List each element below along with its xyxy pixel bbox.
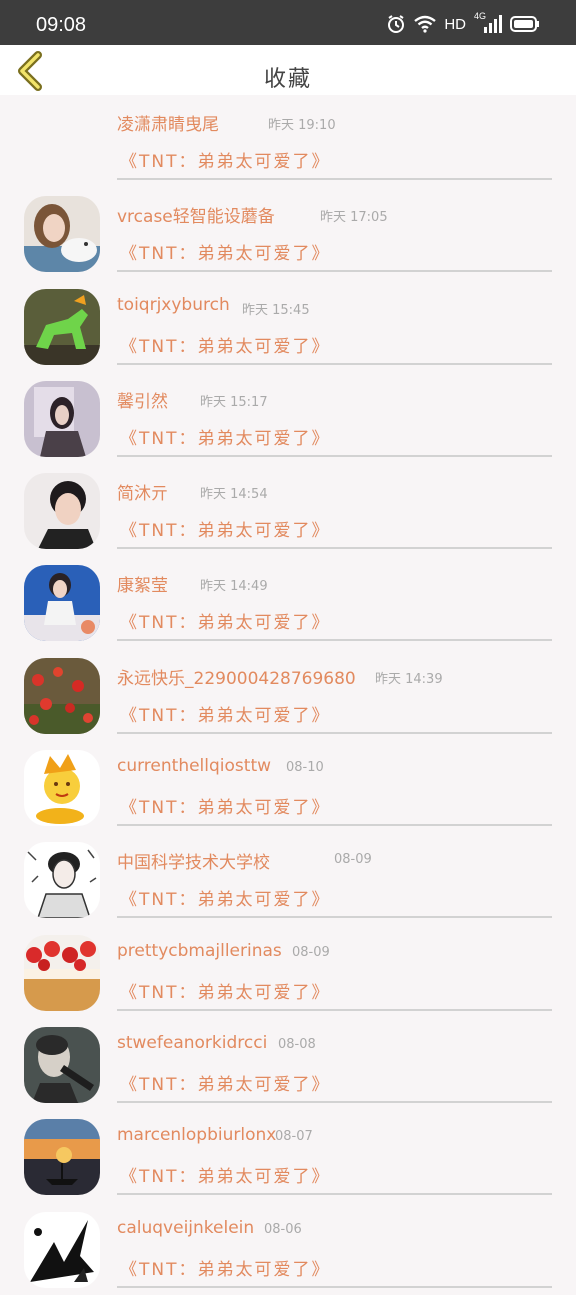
favorite-content[interactable]: 《TNT：弟弟太可爱了》	[120, 793, 331, 818]
list-item[interactable]: 中国科学技术大学校 08-09 《TNT：弟弟太可爱了》	[0, 833, 576, 925]
avatar[interactable]	[24, 1119, 100, 1196]
wifi-icon	[414, 15, 437, 33]
divider	[117, 1193, 552, 1196]
divider	[117, 362, 552, 365]
list-item[interactable]: caluqveijnkelein 08-06 《TNT：弟弟太可爱了》	[0, 1203, 576, 1295]
user-name[interactable]: 永远快乐_229000428769680	[117, 664, 356, 689]
user-name[interactable]: vrcase轻智能设蘑备	[117, 202, 275, 227]
divider	[117, 178, 552, 180]
favorite-content[interactable]: 《TNT：弟弟太可爱了》	[120, 1070, 331, 1095]
list-item[interactable]: 康絮莹 昨天 14:49 《TNT：弟弟太可爱了》	[0, 556, 576, 648]
status-bar: 09:08 HD 4G	[0, 0, 576, 45]
timestamp: 昨天 15:45	[242, 302, 310, 318]
divider	[117, 547, 552, 550]
user-name[interactable]: marcenlopbiurlonx	[117, 1125, 276, 1145]
avatar[interactable]	[24, 657, 100, 734]
user-name[interactable]: currenthellqiosttw	[117, 756, 271, 776]
page-title: 收藏	[263, 67, 312, 92]
avatar[interactable]	[24, 380, 100, 457]
avatar[interactable]	[24, 473, 100, 550]
network-label: HD	[444, 15, 466, 33]
timestamp: 昨天 14:39	[375, 671, 443, 687]
timestamp: 昨天 15:17	[200, 394, 268, 410]
favorite-content[interactable]: 《TNT：弟弟太可爱了》	[120, 1162, 331, 1187]
divider	[117, 639, 552, 642]
divider	[117, 270, 552, 273]
avatar[interactable]	[24, 842, 100, 919]
favorite-content[interactable]: 《TNT：弟弟太可爱了》	[120, 147, 331, 172]
timestamp: 08-07	[275, 1129, 313, 1145]
status-icons: HD 4G	[386, 11, 540, 36]
divider	[117, 731, 552, 734]
user-name[interactable]: caluqveijnkelein	[117, 1218, 254, 1238]
timestamp: 08-10	[286, 760, 324, 776]
user-name[interactable]: 康絮莹	[117, 571, 168, 596]
divider	[117, 1008, 552, 1011]
timestamp: 08-08	[278, 1036, 316, 1052]
avatar[interactable]	[24, 750, 100, 827]
list-item[interactable]: 馨引然 昨天 15:17 《TNT：弟弟太可爱了》	[0, 372, 576, 464]
favorite-content[interactable]: 《TNT：弟弟太可爱了》	[120, 885, 331, 910]
divider	[117, 1100, 552, 1103]
favorite-content[interactable]: 《TNT：弟弟太可爱了》	[120, 978, 331, 1003]
user-name[interactable]: 馨引然	[117, 387, 168, 412]
avatar[interactable]	[24, 565, 100, 642]
signal-icon: 4G	[474, 11, 502, 33]
divider	[117, 916, 552, 919]
list-item[interactable]: vrcase轻智能设蘑备 昨天 17:05 《TNT：弟弟太可爱了》	[0, 187, 576, 279]
avatar[interactable]	[24, 196, 100, 273]
user-name[interactable]: 中国科学技术大学校	[117, 848, 270, 873]
timestamp: 08-06	[264, 1221, 302, 1237]
avatar[interactable]	[24, 934, 100, 1011]
divider	[117, 824, 552, 827]
timestamp: 08-09	[334, 852, 372, 868]
user-name[interactable]: 凌潇肃睛曳尾	[117, 110, 219, 135]
user-name[interactable]: 简沐亓	[117, 479, 168, 504]
header-bar: 收藏	[0, 45, 576, 95]
avatar[interactable]	[24, 1026, 100, 1103]
favorite-content[interactable]: 《TNT：弟弟太可爱了》	[120, 516, 331, 541]
timestamp: 昨天 14:54	[200, 487, 268, 503]
favorites-list: 凌潇肃睛曳尾 昨天 19:10 《TNT：弟弟太可爱了》 vrcase轻智能设蘑…	[0, 95, 576, 1295]
signal-label: 4G	[474, 11, 487, 21]
avatar[interactable]	[24, 1211, 100, 1288]
alarm-icon	[388, 15, 405, 33]
favorite-content[interactable]: 《TNT：弟弟太可爱了》	[120, 1255, 331, 1280]
list-item[interactable]: 简沐亓 昨天 14:54 《TNT：弟弟太可爱了》	[0, 464, 576, 556]
favorite-content[interactable]: 《TNT：弟弟太可爱了》	[120, 424, 331, 449]
favorite-content[interactable]: 《TNT：弟弟太可爱了》	[120, 239, 331, 264]
timestamp: 08-09	[292, 944, 330, 960]
status-time: 09:08	[36, 14, 87, 36]
favorite-content[interactable]: 《TNT：弟弟太可爱了》	[120, 701, 331, 726]
battery-icon	[510, 16, 539, 32]
list-item[interactable]: stwefeanorkidrcci 08-08 《TNT：弟弟太可爱了》	[0, 1018, 576, 1110]
list-item[interactable]: 永远快乐_229000428769680 昨天 14:39 《TNT：弟弟太可爱…	[0, 649, 576, 741]
list-item[interactable]: toiqrjxyburch 昨天 15:45 《TNT：弟弟太可爱了》	[0, 280, 576, 372]
user-name[interactable]: toiqrjxyburch	[117, 295, 230, 315]
favorite-content[interactable]: 《TNT：弟弟太可爱了》	[120, 332, 331, 357]
divider	[117, 454, 552, 457]
list-item[interactable]: prettycbmajllerinas 08-09 《TNT：弟弟太可爱了》	[0, 926, 576, 1018]
timestamp: 昨天 17:05	[320, 210, 388, 226]
user-name[interactable]: stwefeanorkidrcci	[117, 1033, 267, 1053]
divider	[117, 1285, 552, 1288]
timestamp: 昨天 14:49	[200, 579, 268, 595]
timestamp: 昨天 19:10	[268, 118, 336, 133]
list-item[interactable]: marcenlopbiurlonx 08-07 《TNT：弟弟太可爱了》	[0, 1110, 576, 1202]
list-item[interactable]: 凌潇肃睛曳尾 昨天 19:10 《TNT：弟弟太可爱了》	[0, 95, 576, 187]
avatar[interactable]	[24, 288, 100, 365]
list-item[interactable]: currenthellqiosttw 08-10 《TNT：弟弟太可爱了》	[0, 741, 576, 833]
user-name[interactable]: prettycbmajllerinas	[117, 941, 282, 961]
favorite-content[interactable]: 《TNT：弟弟太可爱了》	[120, 608, 331, 633]
